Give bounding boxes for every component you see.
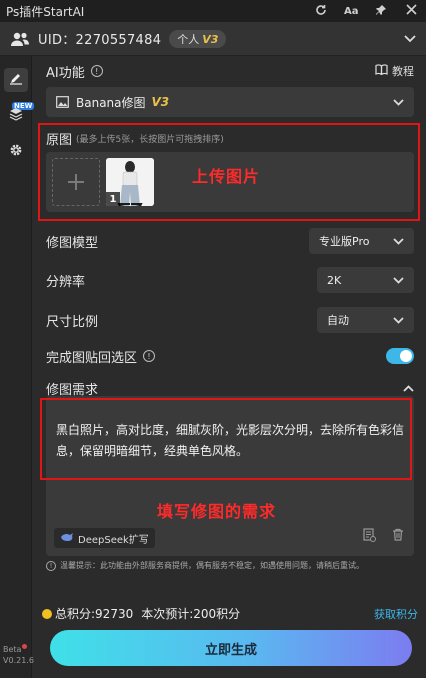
resolution-value: 2K — [327, 273, 342, 287]
update-dot — [22, 644, 28, 649]
prompt-header: 修图需求 — [46, 379, 414, 398]
main-panel: AI功能 ! 教程 Banana修图 V3 原图 (最多上传5张，长按图片可拖拽… — [32, 56, 426, 678]
uid-text: UID：2270557484 — [38, 33, 162, 48]
annotation-prompt-text: 填写修图的需求 — [157, 502, 277, 521]
paste-back-toggle[interactable] — [386, 348, 414, 364]
points-bar: 总积分:92730 本次预计:200积分 获取积分 — [42, 605, 418, 622]
ai-function-select[interactable]: Banana修图 V3 — [46, 87, 414, 117]
sidebar: NEW Beta V0.21.6 — [0, 56, 35, 678]
pen-icon — [9, 71, 23, 89]
annotation-upload-text: 上传图片 — [192, 167, 261, 186]
function-version: V3 — [151, 95, 170, 109]
model-label: 修图模型 — [46, 235, 99, 251]
prompt-tools — [363, 528, 404, 546]
app-title: Ps插件StartAI — [6, 4, 85, 19]
estimated-cost: 本次预计:200积分 — [141, 607, 241, 621]
chevron-down-icon — [393, 314, 404, 327]
tutorial-link[interactable]: 教程 — [375, 63, 414, 79]
generate-button[interactable]: 立即生成 — [50, 630, 412, 666]
users-icon — [10, 31, 30, 47]
version-number: V0.21.6 — [3, 656, 34, 665]
notice-text: 温馨提示：此功能由外部服务商提供，偶有服务不稳定，如遇使用问题，请稍后重试。 — [60, 561, 364, 570]
layers-tool-button[interactable] — [4, 104, 28, 128]
level-label: V3 — [202, 32, 219, 46]
title-bar: Ps插件StartAI Aa — [0, 0, 426, 22]
plan-label: 个人 — [177, 32, 200, 46]
close-icon[interactable] — [404, 4, 418, 18]
total-points: 总积分:92730 — [55, 607, 134, 621]
model-value: 专业版Pro — [319, 235, 370, 248]
annotation-box-prompt — [40, 398, 412, 480]
tutorial-label: 教程 — [392, 65, 414, 78]
chevron-down-icon — [393, 274, 404, 287]
beta-label: Beta — [3, 645, 22, 654]
deepseek-label: DeepSeek扩写 — [78, 534, 149, 546]
chevron-down-icon — [393, 96, 404, 109]
paste-back-row: 完成图贴回选区 ! — [46, 346, 414, 366]
settings-button[interactable] — [4, 140, 28, 164]
deepseek-expand-button[interactable]: DeepSeek扩写 — [54, 528, 155, 548]
model-select[interactable]: 专业版Pro — [309, 228, 414, 254]
gear-icon — [9, 143, 23, 161]
whale-icon — [60, 532, 74, 545]
book-icon — [375, 64, 388, 78]
ratio-value: 自动 — [327, 314, 349, 327]
get-points-link[interactable]: 获取积分 — [374, 606, 418, 622]
paste-back-label: 完成图贴回选区 — [46, 350, 138, 366]
toggle-knob — [400, 350, 412, 362]
account-bar[interactable]: UID：2270557484 个人 V3 — [0, 22, 426, 56]
refresh-icon[interactable] — [314, 4, 328, 19]
info-icon[interactable]: ! — [143, 350, 156, 362]
pin-icon[interactable] — [374, 4, 388, 19]
resolution-label: 分辨率 — [46, 274, 86, 290]
chevron-down-icon[interactable] — [404, 32, 416, 46]
chevron-up-icon[interactable] — [403, 381, 414, 396]
version-info: Beta V0.21.6 — [3, 644, 34, 666]
resolution-select[interactable]: 2K — [317, 267, 414, 293]
image-icon — [56, 96, 69, 108]
ai-function-label: AI功能 — [46, 65, 85, 81]
plan-badge: 个人 V3 — [169, 29, 227, 48]
prompt-label: 修图需求 — [46, 382, 99, 398]
layers-icon — [9, 107, 23, 125]
title-bar-actions: Aa — [314, 4, 420, 19]
coin-icon — [42, 608, 52, 619]
ai-function-header: AI功能 ! 教程 — [46, 62, 414, 81]
info-icon[interactable]: ! — [90, 65, 103, 77]
ratio-label: 尺寸比例 — [46, 314, 99, 330]
service-notice: ! 温馨提示：此功能由外部服务商提供，偶有服务不稳定，如遇使用问题，请稍后重试。 — [46, 560, 416, 572]
ai-function-value: Banana修图 — [76, 95, 146, 110]
info-icon: ! — [46, 561, 56, 571]
trash-icon[interactable] — [392, 528, 404, 546]
ratio-select[interactable]: 自动 — [317, 307, 414, 333]
history-icon[interactable] — [363, 528, 376, 546]
chevron-down-icon — [393, 235, 404, 248]
edit-tool-button[interactable] — [4, 68, 28, 92]
text-size-icon[interactable]: Aa — [344, 6, 359, 17]
